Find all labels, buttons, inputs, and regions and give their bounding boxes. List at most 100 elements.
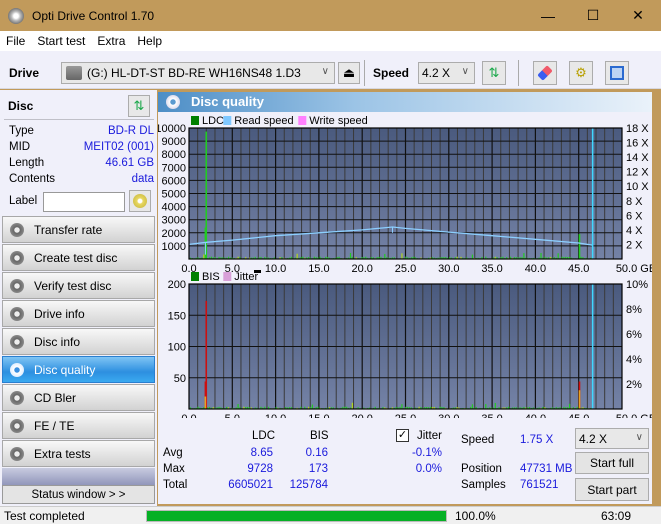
x-tick-label: 35.0 xyxy=(481,413,502,418)
position-value: 47731 MB xyxy=(520,463,573,475)
data-bar xyxy=(296,253,298,259)
nav-filler xyxy=(2,468,155,486)
nav-label: Disc quality xyxy=(34,362,96,377)
nav-label: Create test disc xyxy=(34,250,118,265)
save-button[interactable] xyxy=(605,61,629,85)
nav-drive-info[interactable]: Drive info xyxy=(2,300,155,327)
nav-create-test-disc[interactable]: Create test disc xyxy=(2,244,155,271)
refresh-arrows-icon: ⇅ xyxy=(133,98,145,113)
jitter-checkbox[interactable]: ✓ xyxy=(396,429,409,442)
x-tick-label: 25.0 xyxy=(395,413,416,418)
nav-cd-bler[interactable]: CD Bler xyxy=(2,384,155,411)
erase-button[interactable] xyxy=(533,61,557,85)
avg-ldc: 8.65 xyxy=(250,447,273,459)
refresh-arrows-icon: ⇅ xyxy=(488,65,500,80)
disc-header: Disc xyxy=(8,99,34,113)
panel-title: Disc quality xyxy=(191,94,264,109)
disc-row-length: Length 46.61 GB xyxy=(9,157,154,169)
data-bar xyxy=(557,253,559,259)
spike-bar-inner xyxy=(204,396,207,409)
disc-row-contents: Contents data xyxy=(9,173,154,185)
disc-icon xyxy=(10,222,24,237)
menu-file[interactable]: File xyxy=(0,34,31,48)
disc-row-value: BD-R DL xyxy=(107,125,154,137)
y-tick-label: 100 xyxy=(168,342,186,354)
eraser-icon xyxy=(537,65,553,81)
nav-transfer-rate[interactable]: Transfer rate xyxy=(2,216,155,243)
y2-tick-label: 2% xyxy=(626,379,642,391)
x-tick-label: 0.0 xyxy=(181,413,196,418)
nav-fe-te[interactable]: FE / TE xyxy=(2,412,155,439)
nav-verify-test-disc[interactable]: Verify test disc xyxy=(2,272,155,299)
menu-extra[interactable]: Extra xyxy=(91,34,131,48)
settings-button[interactable]: ⚙ xyxy=(569,61,593,85)
avg-bis: 0.16 xyxy=(305,447,328,459)
y2-tick-label: 10 X xyxy=(626,181,649,193)
app-icon xyxy=(8,7,24,24)
start-part-button[interactable]: Start part xyxy=(575,478,649,501)
y2-tick-label: 18 X xyxy=(626,123,649,135)
disc-icon xyxy=(10,362,24,377)
max-ldc: 9728 xyxy=(247,463,273,475)
col-ldc-header: LDC xyxy=(252,430,276,442)
data-bar xyxy=(203,254,205,259)
y-tick-label: 3000 xyxy=(162,215,186,227)
disc-row-label: Type xyxy=(9,125,34,137)
y2-tick-label: 16 X xyxy=(626,138,649,150)
samples-label: Samples xyxy=(461,479,506,491)
y-tick-label: 50 xyxy=(174,373,186,385)
nav-disc-info[interactable]: Disc info xyxy=(2,328,155,355)
menu-help[interactable]: Help xyxy=(131,34,168,48)
test-speed-select[interactable]: 4.2 X ∨ xyxy=(575,428,649,449)
legend-swatch xyxy=(191,116,199,125)
status-bar: Test completed 100.0% 63:09 xyxy=(0,506,661,524)
x-tick-label: 30.0 xyxy=(438,413,459,418)
speed-label: Speed xyxy=(461,434,495,446)
toolbar-separator xyxy=(518,60,519,86)
chevron-down-icon: ∨ xyxy=(321,66,329,77)
data-bar xyxy=(485,404,487,409)
progress-percent: 100.0% xyxy=(455,509,496,523)
disc-row-label: Length xyxy=(9,157,45,169)
gears-icon: ⚙ xyxy=(575,65,587,80)
bis-chart: 50 100 150 200 0.0 5.0 10.0 15.0 20.0 25.0 30.0 35.… xyxy=(168,270,652,418)
y-tick-label: 1000 xyxy=(162,241,186,253)
start-full-button[interactable]: Start full xyxy=(575,452,649,474)
total-bis: 125784 xyxy=(289,479,328,491)
nav-disc-quality[interactable]: Disc quality xyxy=(2,356,155,383)
nav-extra-tests[interactable]: Extra tests xyxy=(2,440,155,467)
status-window-button[interactable]: Status window > > xyxy=(2,485,155,504)
eject-button[interactable]: ⏏ xyxy=(338,62,360,84)
label-input[interactable] xyxy=(43,192,125,212)
legend-label: Write speed xyxy=(309,115,368,127)
data-bar xyxy=(351,402,354,409)
y2-tick-label: 8 X xyxy=(626,196,643,208)
spike-bar xyxy=(578,234,581,259)
disc-refresh-button[interactable]: ⇅ xyxy=(128,95,150,117)
label-apply-button[interactable] xyxy=(129,190,151,212)
menu-start-test[interactable]: Start test xyxy=(31,34,91,48)
disc-icon xyxy=(10,306,24,321)
y-tick-label: 6000 xyxy=(162,175,186,187)
elapsed-time: 63:09 xyxy=(601,509,632,523)
y2-tick-label: 2 X xyxy=(626,239,643,251)
close-button[interactable]: ✕ xyxy=(615,0,661,31)
status-text: Test completed xyxy=(4,509,85,523)
legend-swatch xyxy=(191,272,199,281)
speed-select[interactable]: 4.2 X ∨ xyxy=(418,62,475,84)
maximize-button[interactable]: ☐ xyxy=(570,0,616,31)
y-tick-label: 7000 xyxy=(162,162,186,174)
disc-quality-panel: Disc quality 1000 2000 3000 4000 5000 6000 700… xyxy=(158,92,652,504)
nav-label: Verify test disc xyxy=(34,278,112,293)
refresh-button[interactable]: ⇅ xyxy=(482,61,506,85)
disc-row-label: Contents xyxy=(9,173,56,185)
y2-tick-label: 12 X xyxy=(626,167,649,179)
toolbar: Drive (G:) HL-DT-ST BD-RE WH16NS48 1.D3 … xyxy=(0,51,661,89)
progress-bar xyxy=(146,510,447,522)
data-bar xyxy=(401,253,403,259)
drive-select[interactable]: (G:) HL-DT-ST BD-RE WH16NS48 1.D3 ∨ xyxy=(61,62,335,84)
disc-info-box: Disc ⇅ Type BD-R DL MID MEIT02 (001) Lengt… xyxy=(2,93,155,213)
minimize-button[interactable]: — xyxy=(525,0,571,31)
nav-label: Extra tests xyxy=(34,446,91,461)
x-tick-label: 10.0 xyxy=(265,413,286,418)
